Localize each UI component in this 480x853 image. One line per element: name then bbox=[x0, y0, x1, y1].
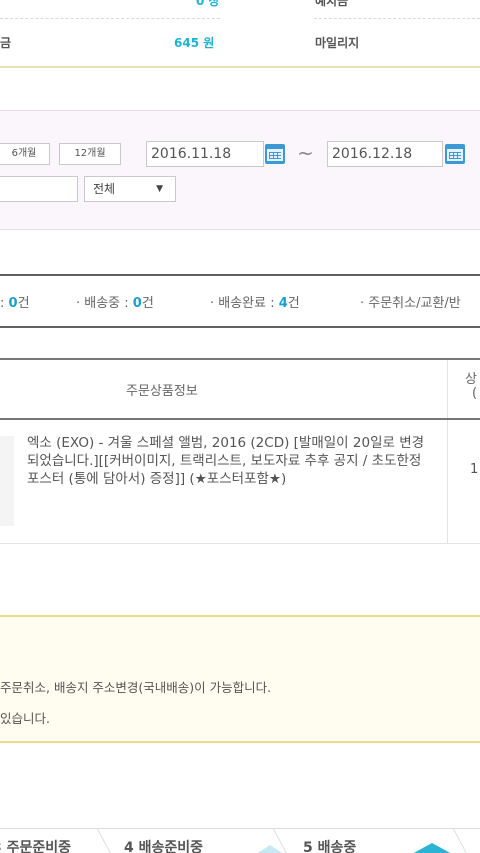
column-divider bbox=[447, 420, 448, 544]
date-range-separator: ~ bbox=[297, 141, 314, 165]
summary-label-mileage: 마일리지 bbox=[315, 36, 360, 50]
product-name-link[interactable]: 엑소 (EXO) - 겨울 스페셜 앨범, 2016 (2CD) [발매일이 2… bbox=[27, 434, 427, 488]
status-item-delivered[interactable]: · 배송완료 : 4건 bbox=[210, 292, 300, 311]
summary-value-amount: 645 원 bbox=[174, 36, 215, 50]
divider bbox=[0, 18, 220, 19]
status-item-shipping[interactable]: · 배송중 : 0건 bbox=[76, 292, 154, 311]
summary-value-0: 0 장 bbox=[196, 0, 220, 8]
column-header-product: 주문상품정보 bbox=[126, 384, 198, 399]
column-header-status-sub: ( bbox=[472, 386, 478, 401]
chevron-down-icon: ▼ bbox=[156, 184, 163, 194]
divider bbox=[314, 18, 480, 19]
notice-line-1: 주문취소, 배송지 주소변경(국내배송)이 가능합니다. bbox=[0, 680, 272, 695]
order-status-selected: 전체 bbox=[93, 182, 116, 196]
order-step-bar: 3 주문준비중 4 배송준비중 5 배송중 bbox=[0, 828, 480, 853]
step-divider bbox=[82, 829, 112, 853]
calendar-icon[interactable] bbox=[265, 144, 285, 164]
period-6-months-button[interactable]: 6개월 bbox=[0, 143, 50, 165]
order-status-select[interactable]: 전체 ▼ bbox=[84, 176, 176, 202]
period-12-months-button[interactable]: 12개월 bbox=[59, 143, 121, 165]
column-header-status: 상 bbox=[465, 372, 477, 387]
notice-line-2: 있습니다. bbox=[0, 711, 50, 726]
summary-label-deposit: 예치금 bbox=[315, 0, 349, 8]
order-status-summary: : 0건 · 배송중 : 0건 · 배송완료 : 4건 · 주문취소/교환/반 bbox=[0, 274, 480, 328]
row-quantity: 1 bbox=[470, 462, 479, 477]
summary-label-amount: 금 bbox=[0, 36, 12, 50]
date-filter-panel: 6개월 12개월 2016.11.18 ~ 2016.12.18 전체 ▼ bbox=[0, 110, 480, 230]
keyword-input[interactable] bbox=[0, 176, 78, 202]
step-4-label: 4 배송준비중 bbox=[124, 840, 204, 853]
table-row: 엑소 (EXO) - 겨울 스페셜 앨범, 2016 (2CD) [발매일이 2… bbox=[0, 420, 480, 544]
step-5-label: 5 배송중 bbox=[303, 840, 357, 853]
calendar-icon[interactable] bbox=[445, 144, 465, 164]
start-date-input[interactable]: 2016.11.18 bbox=[146, 141, 264, 167]
summary-bottom-border bbox=[0, 66, 480, 68]
end-date-input[interactable]: 2016.12.18 bbox=[327, 141, 443, 167]
order-table-header: 주문상품정보 상 ( bbox=[0, 358, 480, 420]
status-item-cancel-exchange[interactable]: · 주문취소/교환/반 bbox=[360, 292, 461, 311]
notice-box: 주문취소, 배송지 주소변경(국내배송)이 가능합니다. 있습니다. bbox=[0, 615, 480, 743]
step-3-label: 3 주문준비중 bbox=[0, 840, 72, 853]
status-item[interactable]: : 0건 bbox=[0, 292, 30, 311]
column-divider bbox=[447, 360, 448, 418]
product-thumbnail[interactable] bbox=[0, 436, 14, 526]
